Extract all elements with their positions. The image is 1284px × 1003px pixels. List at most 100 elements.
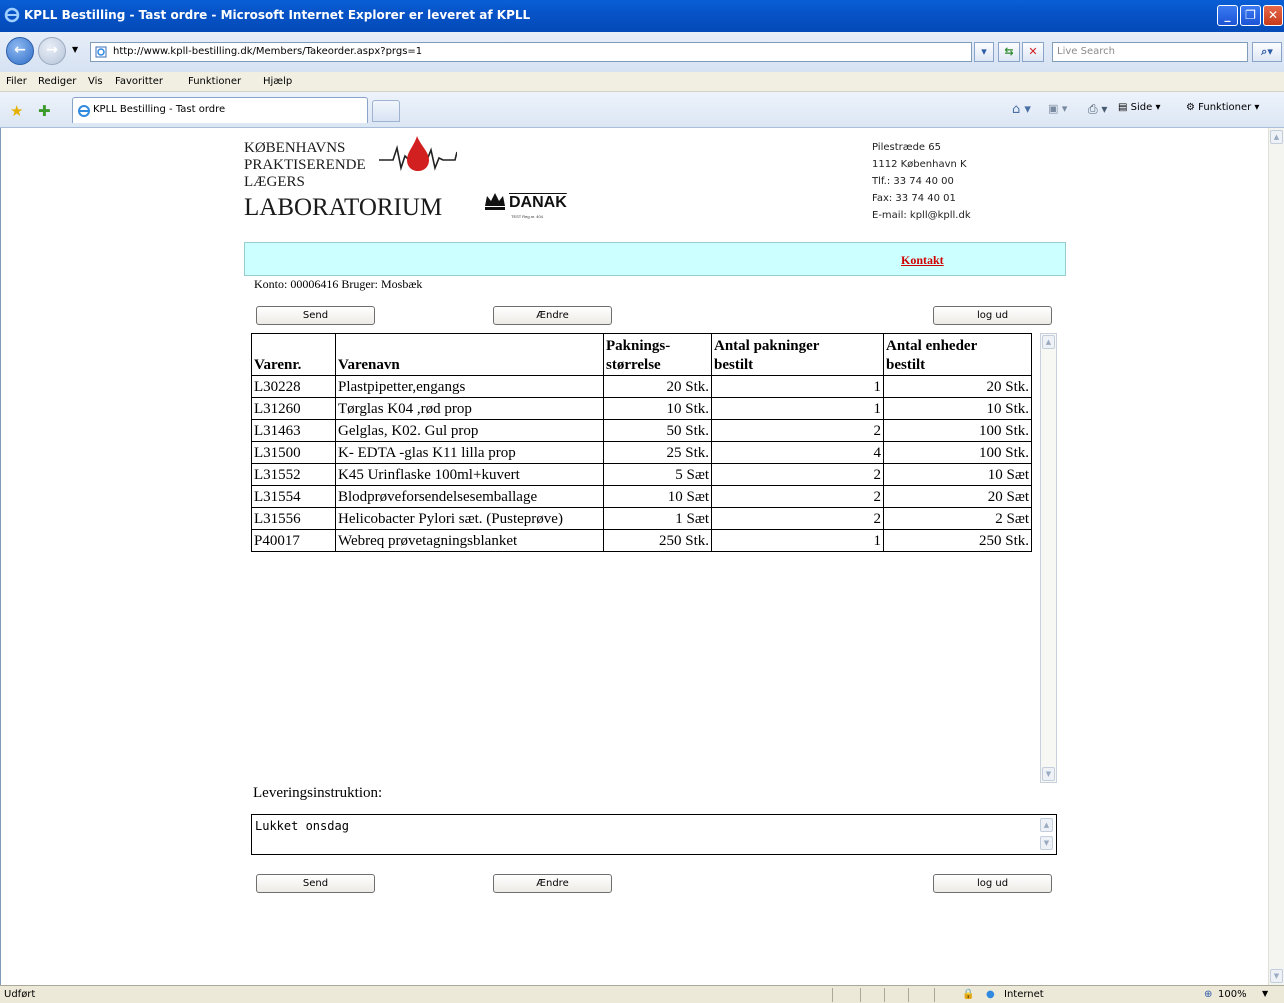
zoom-dropdown-icon[interactable]: ▼	[1262, 989, 1268, 998]
contact-email: E-mail: kpll@kpll.dk	[872, 210, 971, 221]
table-row: P40017 Webreq prøvetagningsblanket 250 S…	[251, 529, 1032, 552]
cell-varenr: L30228	[251, 375, 336, 398]
menu-favoritter[interactable]: Favoritter	[115, 76, 163, 87]
cell-antal-enheder: 10 Stk.	[883, 397, 1032, 420]
logo-line4: LABORATORIUM	[244, 194, 443, 221]
table-row: L31552 K45 Urinflaske 100ml+kuvert 5 Sæt…	[251, 463, 1032, 486]
tab-bar: ★ ✚ KPLL Bestilling - Tast ordre ⌂ ▾ ▣ ▾…	[0, 92, 1284, 128]
scroll-down-icon[interactable]: ▼	[1042, 767, 1055, 781]
contact-street: Pilestræde 65	[872, 142, 941, 153]
cell-antal-pakninger: 2	[711, 507, 884, 530]
cell-antal-pakninger: 1	[711, 397, 884, 420]
blood-drop-heartbeat-icon	[379, 136, 457, 172]
delivery-textarea[interactable]: Lukket onsdag ▲ ▼	[251, 814, 1057, 855]
history-dropdown-icon[interactable]: ▼	[72, 45, 78, 54]
cell-antal-enheder: 100 Stk.	[883, 441, 1032, 464]
table-row: L31500 K- EDTA -glas K11 lilla prop 25 S…	[251, 441, 1032, 464]
cell-pakning: 50 Stk.	[603, 419, 712, 442]
minimize-button[interactable]: _	[1217, 5, 1238, 26]
print-icon[interactable]: ⎙ ▾	[1088, 102, 1107, 117]
menu-funktioner[interactable]: Funktioner	[188, 76, 241, 87]
table-row: L30228 Plastpipetter,engangs 20 Stk. 1 2…	[251, 375, 1032, 398]
delivery-scroll-up-icon[interactable]: ▲	[1040, 818, 1053, 832]
add-favorite-icon[interactable]: ✚	[38, 102, 51, 120]
contact-phone: Tlf.: 33 74 40 00	[872, 176, 954, 187]
page-scroll-up-icon[interactable]: ▲	[1270, 130, 1283, 144]
header-pakning-line1: Paknings-	[606, 338, 671, 354]
scroll-up-icon[interactable]: ▲	[1042, 335, 1055, 349]
cell-varenr: L31500	[251, 441, 336, 464]
side-menu[interactable]: ▤ Side ▾	[1118, 102, 1160, 113]
address-dropdown-button[interactable]: ▾	[974, 42, 994, 62]
contact-fax: Fax: 33 74 40 01	[872, 193, 956, 204]
menu-vis[interactable]: Vis	[88, 76, 103, 87]
cell-pakning: 10 Stk.	[603, 397, 712, 420]
browser-window: KPLL Bestilling - Tast ordre - Microsoft…	[0, 0, 1284, 1003]
search-placeholder: Live Search	[1057, 46, 1115, 57]
search-input[interactable]: Live Search	[1052, 42, 1248, 62]
cell-antal-pakninger: 4	[711, 441, 884, 464]
search-button[interactable]: ⌕▾	[1252, 42, 1282, 62]
delivery-label: Leveringsinstruktion:	[253, 785, 383, 801]
status-text: Udført	[4, 989, 36, 1000]
cell-antal-pakninger: 2	[711, 463, 884, 486]
aendre-button-bottom[interactable]: Ændre	[493, 874, 612, 893]
header-pakning-line2: størrelse	[606, 357, 661, 373]
ie-tab-icon	[78, 105, 90, 117]
page-scrollbar[interactable]: ▲ ▼	[1268, 128, 1284, 985]
zone-text: Internet	[1004, 989, 1044, 1000]
delivery-scrollbar[interactable]: ▲ ▼	[1039, 816, 1055, 853]
menu-bar: Filer Rediger Vis Favoritter Funktioner …	[0, 72, 1284, 92]
cell-pakning: 10 Sæt	[603, 485, 712, 508]
forward-button[interactable]: →	[38, 37, 66, 65]
favorites-star-icon[interactable]: ★	[10, 102, 23, 120]
cell-varenr: L31260	[251, 397, 336, 420]
kontakt-link[interactable]: Kontakt	[901, 253, 944, 268]
protected-mode-icon: 🔒	[962, 989, 975, 1000]
cell-pakning: 250 Stk.	[603, 529, 712, 552]
header-antal-pakninger: Antal pakninger bestilt	[711, 333, 884, 376]
cell-varenr: L31554	[251, 485, 336, 508]
aendre-button-top[interactable]: Ændre	[493, 306, 612, 325]
status-separator	[908, 988, 909, 1002]
delivery-text: Lukket onsdag	[255, 819, 349, 833]
refresh-button[interactable]: ⇆	[998, 42, 1020, 62]
page-icon	[95, 46, 107, 58]
cell-varenr: L31556	[251, 507, 336, 530]
title-bar: KPLL Bestilling - Tast ordre - Microsoft…	[0, 0, 1284, 32]
danak-label: DANAK	[509, 194, 567, 211]
page-scroll-down-icon[interactable]: ▼	[1270, 969, 1283, 983]
new-tab-button[interactable]	[372, 100, 400, 122]
zoom-icon[interactable]: ⊕	[1204, 989, 1212, 1000]
cell-antal-enheder: 20 Stk.	[883, 375, 1032, 398]
status-separator	[860, 988, 861, 1002]
table-scrollbar[interactable]: ▲ ▼	[1040, 333, 1057, 783]
home-icon[interactable]: ⌂ ▾	[1012, 102, 1031, 117]
tab-label: KPLL Bestilling - Tast ordre	[93, 104, 226, 115]
cell-varenavn: K- EDTA -glas K11 lilla prop	[335, 441, 604, 464]
back-button[interactable]: ←	[6, 37, 34, 65]
menu-hjaelp[interactable]: Hjælp	[263, 76, 292, 87]
header-antal-pakninger-line1: Antal pakninger	[714, 338, 820, 354]
tab-kpll-bestilling[interactable]: KPLL Bestilling - Tast ordre	[72, 97, 368, 123]
cell-varenavn: Helicobacter Pylori sæt. (Pusteprøve)	[335, 507, 604, 530]
logud-button-bottom[interactable]: log ud	[933, 874, 1052, 893]
delivery-scroll-down-icon[interactable]: ▼	[1040, 836, 1053, 850]
cell-antal-enheder: 2 Sæt	[883, 507, 1032, 530]
cell-varenr: P40017	[251, 529, 336, 552]
funktioner-menu[interactable]: ⚙ Funktioner ▾	[1186, 102, 1259, 113]
feeds-icon[interactable]: ▣ ▾	[1048, 102, 1067, 115]
account-info: Konto: 00006416 Bruger: Mosbæk	[254, 277, 423, 291]
send-button-top[interactable]: Send	[256, 306, 375, 325]
stop-button[interactable]: ✕	[1022, 42, 1044, 62]
menu-filer[interactable]: Filer	[6, 76, 27, 87]
menu-rediger[interactable]: Rediger	[38, 76, 76, 87]
contact-city: 1112 København K	[872, 159, 967, 170]
address-field[interactable]: http://www.kpll-bestilling.dk/Members/Ta…	[90, 42, 972, 62]
close-button[interactable]: ✕	[1263, 5, 1283, 26]
send-button-bottom[interactable]: Send	[256, 874, 375, 893]
zoom-level[interactable]: 100%	[1218, 989, 1247, 1000]
logud-button-top[interactable]: log ud	[933, 306, 1052, 325]
restore-button[interactable]: ❐	[1240, 5, 1261, 26]
cell-pakning: 25 Stk.	[603, 441, 712, 464]
